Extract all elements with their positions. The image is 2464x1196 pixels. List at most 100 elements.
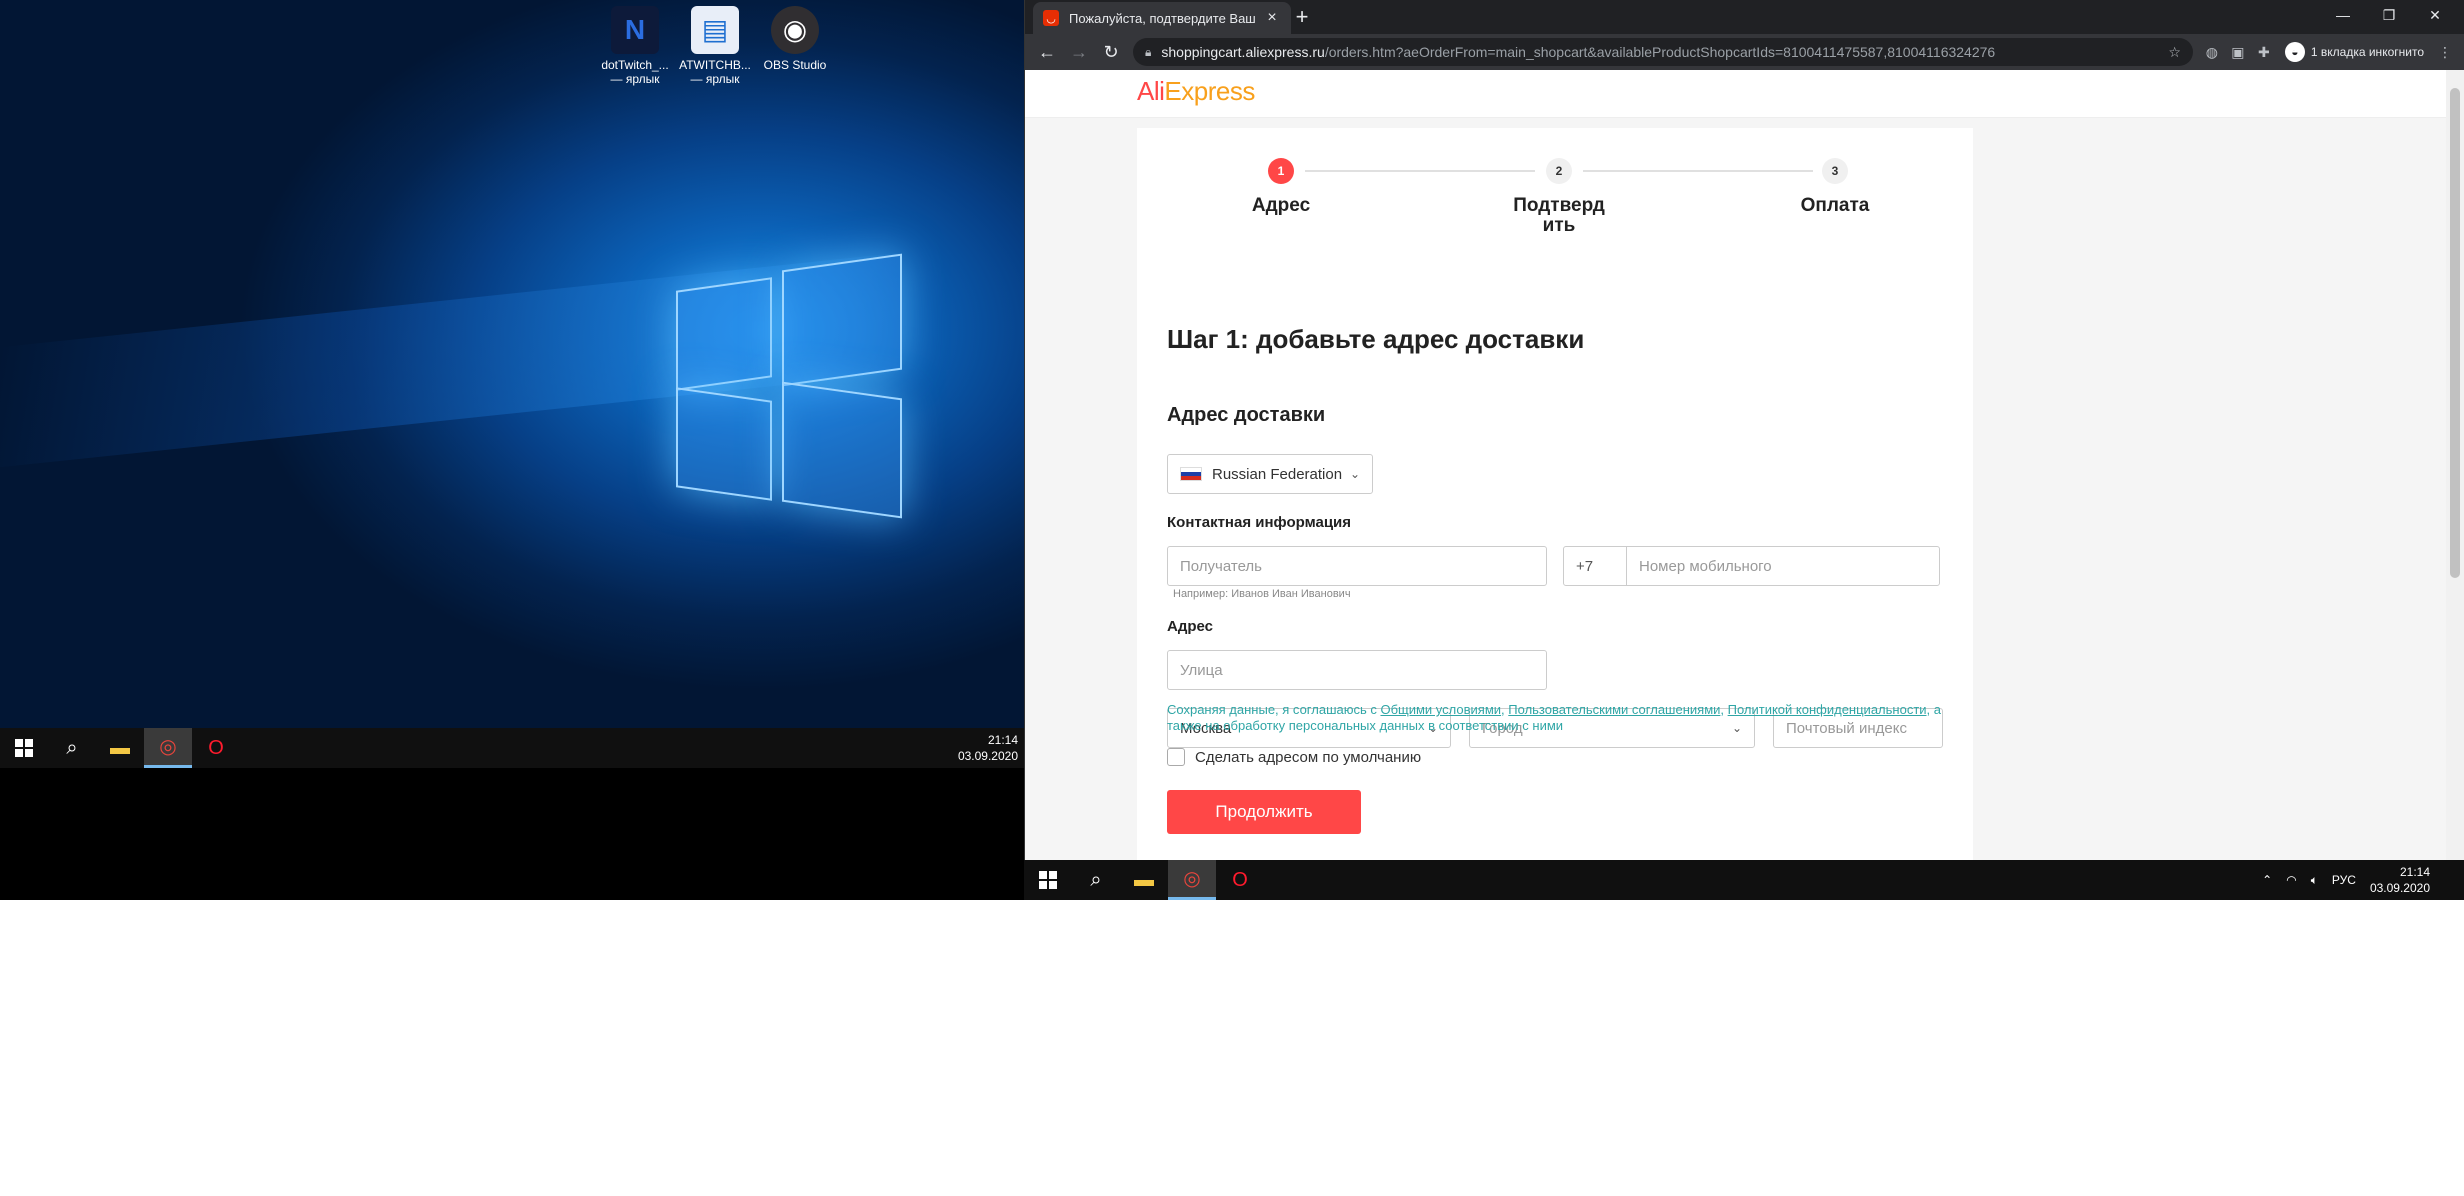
extensions-puzzle-icon[interactable]: ✚ (2251, 44, 2277, 61)
step-1-label: Адрес (1251, 195, 1311, 216)
menu-kebab-icon[interactable]: ⋮ (2432, 44, 2458, 61)
agree-prefix: Сохраняя данные, я соглашаюсь с (1167, 702, 1381, 717)
page-title: Шаг 1: добавьте адрес доставки (1167, 324, 1585, 354)
taskbar-clock-right[interactable]: 21:14 03.09.2020 (2363, 864, 2464, 896)
close-window-icon[interactable]: ✕ (2412, 0, 2458, 30)
checkout-card: 1 Адрес 2 Подтверд ить 3 Оплата Шаг 1: д… (1137, 128, 1973, 860)
incognito-icon: ◒ (2284, 42, 2305, 62)
network-icon[interactable]: ◠ (2279, 873, 2303, 887)
street-input[interactable]: Улица (1167, 650, 1547, 690)
user-agreements-link[interactable]: Пользовательскими соглашениями (1508, 702, 1720, 717)
tab-aliexpress[interactable]: ◡ Пожалуйста, подтвердите Ваш × (1033, 2, 1291, 34)
extension-globe-icon[interactable]: ◍ (2199, 44, 2225, 61)
country-value: Russian Federation (1212, 465, 1343, 483)
page-header: AliExpress (1025, 70, 2447, 118)
desktop-icon-label: ATWITCHB... (679, 58, 751, 72)
opera-taskbar-button-right[interactable]: O (1216, 860, 1264, 900)
clock-date: 03.09.2020 (2369, 881, 2430, 895)
system-tray: ⌃ ◠ 🔈︎ РУС 21:14 03.09.2020 (2255, 860, 2464, 900)
explorer-button[interactable]: ▬ (96, 728, 144, 768)
continue-button[interactable]: Продолжить (1167, 790, 1361, 834)
search-button-right[interactable]: ⌕ (1072, 860, 1120, 900)
desktop-icon-atwitchbot[interactable]: ▤ ATWITCHB... — ярлык (678, 6, 752, 86)
taskbar-left: ⌕ ▬ ◎ O 21:14 03.09.2020 (0, 728, 1024, 768)
opera-taskbar-button[interactable]: O (192, 728, 240, 768)
folder-icon: ▬ (110, 736, 130, 759)
privacy-policy-link[interactable]: Политикой конфиденциальности (1728, 702, 1927, 717)
forward-icon[interactable]: → (1063, 42, 1095, 63)
step-3-label: Оплата (1800, 195, 1870, 216)
default-address-checkbox[interactable]: Сделать адресом по умолчанию (1167, 748, 1421, 766)
terms-link[interactable]: Общими условиями (1380, 702, 1501, 717)
aliexpress-logo[interactable]: AliExpress (1137, 76, 1255, 107)
window-controls: — ❐ ✕ (2320, 0, 2458, 30)
restore-icon[interactable]: ❐ (2366, 0, 2412, 30)
phone-input[interactable]: Номер мобильного (1626, 546, 1940, 586)
chrome-icon: ◎ (159, 736, 177, 758)
desktop-icon-dottwitch[interactable]: N dotTwitch_... — ярлык (598, 6, 672, 86)
logo-part-ali: Ali (1137, 76, 1165, 106)
country-select[interactable]: Russian Federation ⌄ (1167, 454, 1373, 494)
tab-close-icon[interactable]: × (1263, 9, 1281, 27)
desktop-icon-label: dotTwitch_... (601, 58, 669, 72)
screen: N dotTwitch_... — ярлык ▤ ATWITCHB... — … (0, 0, 2464, 1196)
page-content: AliExpress 1 Адрес 2 Подтверд ить 3 Опла… (1025, 70, 2447, 860)
checkout-steps: 1 Адрес 2 Подтверд ить 3 Оплата (1137, 150, 1973, 240)
address-bar[interactable]: 🔒︎ shoppingcart.aliexpress.ru /orders.ht… (1133, 38, 2193, 66)
windows-start-icon (1039, 871, 1057, 889)
step-1-dot: 1 (1268, 158, 1294, 184)
aliexpress-favicon-icon: ◡ (1043, 10, 1059, 26)
desktop-icon-label: OBS Studio (763, 58, 827, 72)
bookmark-star-icon[interactable]: ☆ (2168, 44, 2181, 61)
step-2-dot: 2 (1546, 158, 1572, 184)
recipient-hint: Например: Иванов Иван Иванович (1173, 588, 1351, 600)
chrome-taskbar-button[interactable]: ◎ (144, 728, 192, 768)
lock-icon: 🔒︎ (1145, 44, 1152, 59)
incognito-indicator[interactable]: ◒ 1 вкладка инкогнито (2277, 42, 2432, 62)
windows-logo-icon (670, 240, 920, 530)
step-2-label: Подтверд ить (1513, 195, 1605, 236)
opera-icon: O (208, 736, 224, 759)
clock-date: 03.09.2020 (957, 749, 1018, 763)
desktop-icon-sublabel: — ярлык (690, 72, 740, 86)
url-path: /orders.htm?aeOrderFrom=main_shopcart&av… (1324, 44, 1996, 60)
start-button-right[interactable] (1024, 860, 1072, 900)
section-title: Адрес доставки (1167, 404, 1326, 426)
language-indicator[interactable]: РУС (2325, 873, 2363, 887)
volume-icon[interactable]: 🔈︎ (2304, 873, 2325, 888)
scrollbar-thumb[interactable] (2450, 88, 2460, 578)
checkbox-label: Сделать адресом по умолчанию (1195, 748, 1422, 766)
desktop-icon-obs[interactable]: ◉ OBS Studio (758, 6, 832, 86)
step-connector (1305, 170, 1535, 172)
page-scrollbar[interactable] (2446, 70, 2464, 860)
taskbar-right: ⌕ ▬ ◎ O ⌃ ◠ 🔈︎ РУС 21:14 03.09.2020 (1024, 860, 2464, 900)
phone-code-field[interactable]: +7 (1563, 546, 1627, 586)
windows-start-icon (15, 739, 33, 757)
explorer-button-right[interactable]: ▬ (1120, 860, 1168, 900)
new-tab-button[interactable]: + (1287, 4, 1317, 30)
desktop-icons: N dotTwitch_... — ярлык ▤ ATWITCHB... — … (598, 6, 832, 86)
clock-time: 21:14 (2399, 865, 2430, 879)
extension-icon[interactable]: ▣ (2225, 44, 2251, 61)
recipient-input[interactable]: Получатель (1167, 546, 1547, 586)
chrome-taskbar-button-right[interactable]: ◎ (1168, 860, 1216, 900)
step-3-dot: 3 (1822, 158, 1848, 184)
folder-icon: ▬ (1134, 868, 1154, 891)
back-icon[interactable]: ← (1031, 42, 1063, 63)
chevron-up-icon[interactable]: ⌃ (2255, 873, 2279, 887)
search-button[interactable]: ⌕ (48, 728, 96, 768)
clock-time: 21:14 (987, 733, 1018, 747)
obs-icon: ◉ (771, 6, 819, 54)
minimize-icon[interactable]: — (2320, 0, 2366, 30)
checkbox-box[interactable] (1167, 748, 1185, 766)
opera-icon: O (1232, 868, 1248, 891)
desktop-icon-sublabel: — ярлык (610, 72, 660, 86)
reload-icon[interactable]: ↻ (1095, 42, 1127, 63)
russia-flag-icon (1180, 467, 1202, 481)
contact-label: Контактная информация (1167, 514, 1352, 531)
start-button[interactable] (0, 728, 48, 768)
chrome-icon: ◎ (1183, 868, 1201, 890)
blank-area (0, 900, 2464, 1196)
taskbar-clock-left[interactable]: 21:14 03.09.2020 (958, 732, 1018, 764)
agree-sep: , (1720, 702, 1728, 717)
